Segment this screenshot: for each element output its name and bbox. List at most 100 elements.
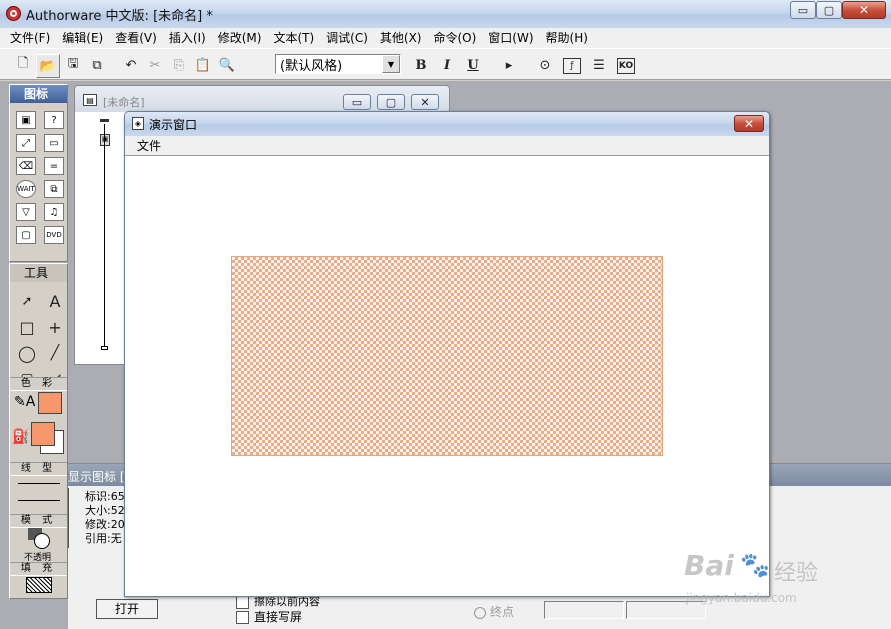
toolbar: 🗋 📂 🖫 ⧉ ↶ ✂ ⎘ 📋 🔍 (默认风格) ▼ B I U ▸ ⊙ ƒ ☰… [0, 48, 891, 80]
menu-item-2[interactable]: 查看(V) [109, 29, 163, 47]
display-icon-on-flowline[interactable]: ▣ [100, 134, 110, 146]
menu-item-7[interactable]: 其他(X) [374, 29, 428, 47]
presentation-title: 演示窗口 [149, 118, 198, 132]
checkbox-direct-row[interactable]: 直接写屏 [236, 608, 302, 625]
presentation-window: ◈ 演示窗口 ✕ 文件 [124, 111, 770, 597]
mode-opaque-icon[interactable] [28, 528, 50, 550]
presentation-menu-item-0[interactable]: 文件 [131, 137, 167, 155]
display-icon[interactable]: ▣ [16, 111, 36, 129]
cut-icon[interactable]: ✂ [144, 54, 166, 76]
functions-icon[interactable]: ƒ [563, 58, 581, 74]
fill-bucket-icon[interactable]: ⛽ [12, 429, 30, 447]
minimize-button[interactable]: ▭ [790, 1, 816, 19]
line-style-thin[interactable] [18, 483, 60, 484]
icon-palette: 图标 ▣ ? ⤢ ▭ ⌫ = WAIT ⧉ ▽ ♫ ▢ DVD [9, 84, 68, 262]
style-select[interactable]: (默认风格) ▼ [275, 54, 401, 74]
menu-item-3[interactable]: 插入(I) [163, 29, 212, 47]
menu-item-0[interactable]: 文件(F) [4, 29, 56, 47]
framework-icon[interactable]: ▢ [16, 226, 36, 244]
radio-end[interactable] [474, 606, 486, 619]
rectangle-tool-icon[interactable]: □ [16, 316, 38, 338]
icon-palette-title: 图标 [24, 87, 49, 101]
design-minimize-button[interactable]: ▭ [343, 94, 371, 110]
movie-icon[interactable]: ⧉ [44, 180, 64, 198]
italic-button[interactable]: I [436, 54, 458, 76]
cross-tool-icon[interactable]: + [44, 316, 66, 338]
property-id: 标识:65 [85, 490, 125, 503]
copy-icon[interactable]: ⎘ [168, 54, 190, 76]
control-panel-icon[interactable]: ⊙ [534, 54, 556, 76]
menu-item-9[interactable]: 窗口(W) [482, 29, 539, 47]
knowledge-object-icon[interactable]: KO [617, 58, 635, 74]
wait-icon[interactable]: WAIT [16, 180, 36, 198]
run-icon[interactable]: ▸ [498, 54, 520, 76]
save-all-icon[interactable]: 🖫 [62, 54, 84, 76]
motion-icon[interactable]: ⤢ [16, 134, 36, 152]
end-x-field[interactable] [544, 601, 624, 619]
maximize-button[interactable]: ▢ [816, 1, 842, 19]
fill-section-label: 填 充 [10, 562, 67, 576]
close-button[interactable]: ✕ [842, 1, 886, 19]
icon-palette-header: 图标 [10, 85, 67, 103]
properties-info: 标识:65 大小:52 修改:20 引用:无 [68, 488, 128, 548]
text-tool-icon[interactable]: A [44, 290, 66, 312]
dvd-icon[interactable]: DVD [44, 226, 64, 244]
new-file-icon[interactable]: 🗋 [12, 54, 34, 76]
sound-icon[interactable]: ♫ [44, 203, 64, 221]
app-title: Authorware 中文版: [未命名] * [26, 9, 213, 24]
app-logo-icon [6, 6, 21, 21]
flowline [104, 124, 105, 346]
open-button[interactable]: 打开 [96, 599, 158, 619]
bold-button[interactable]: B [410, 54, 432, 76]
navigate-icon[interactable]: ▽ [16, 203, 36, 221]
menu-item-6[interactable]: 调试(C) [320, 29, 374, 47]
menu-item-1[interactable]: 编辑(E) [56, 29, 109, 47]
undo-icon[interactable]: ↶ [120, 54, 142, 76]
interaction-icon[interactable]: ▭ [44, 134, 64, 152]
checkered-rectangle[interactable] [231, 256, 663, 456]
presentation-close-button[interactable]: ✕ [734, 115, 764, 132]
menu-item-5[interactable]: 文本(T) [267, 29, 320, 47]
mode-section-label: 模 式 [10, 514, 67, 528]
app-title-bar: Authorware 中文版: [未命名] * ▭ ▢ ✕ [0, 0, 891, 28]
pencil-icon[interactable]: ✎A [14, 394, 35, 414]
open-file-icon[interactable]: 📂 [36, 54, 60, 78]
underline-button[interactable]: U [462, 54, 484, 76]
presentation-window-icon: ◈ [132, 117, 144, 130]
properties-title: 显示图标 [ [68, 470, 125, 484]
radio-end-row[interactable]: 终点 [474, 603, 514, 620]
tools-panel-title: 工具 [24, 266, 49, 280]
design-window-titlebar: ▤ [未命名] ▭ ▢ ✕ [75, 86, 449, 112]
variables-icon[interactable]: ☰ [588, 54, 610, 76]
watermark-brand: Bai [684, 549, 734, 582]
design-window-title: [未命名] [103, 96, 145, 109]
find-icon[interactable]: 🔍 [216, 54, 238, 76]
paste-icon[interactable]: 📋 [192, 54, 214, 76]
decision-icon[interactable]: ? [44, 111, 64, 129]
checkbox-erase[interactable] [236, 595, 249, 609]
fill-pattern-swatch[interactable] [26, 577, 52, 593]
presentation-titlebar: ◈ 演示窗口 ✕ [125, 112, 769, 136]
paw-icon: 🐾 [740, 551, 770, 579]
calculation-icon[interactable]: = [44, 157, 64, 175]
pointer-tool-icon[interactable]: ➚ [16, 290, 38, 312]
design-close-button[interactable]: ✕ [411, 94, 439, 110]
checkbox-direct[interactable] [236, 611, 249, 624]
foreground-color-swatch[interactable] [31, 422, 55, 446]
erase-icon[interactable]: ⌫ [16, 157, 36, 175]
line-tool-icon[interactable]: ╱ [44, 342, 66, 364]
menu-item-10[interactable]: 帮助(H) [540, 29, 594, 47]
ellipse-tool-icon[interactable]: ◯ [16, 342, 38, 364]
menu-item-8[interactable]: 命令(O) [427, 29, 482, 47]
tools-panel: 工具 ➚ A □ + ◯ ╱ ▢ ◿ 色 彩 ✎A ⛽ 线 型 模 式 不透明 … [9, 263, 68, 599]
menu-item-4[interactable]: 修改(M) [212, 29, 268, 47]
design-maximize-button[interactable]: ▢ [377, 94, 405, 110]
import-icon[interactable]: ⧉ [86, 54, 108, 76]
checkbox-direct-label: 直接写屏 [254, 610, 303, 624]
tools-panel-header: 工具 [10, 264, 67, 282]
watermark-brand-2: 经验 [774, 561, 819, 586]
chevron-down-icon[interactable]: ▼ [382, 55, 400, 73]
flowchart-icon: ▤ [83, 94, 97, 106]
line-style-normal[interactable] [18, 500, 60, 501]
line-color-swatch[interactable] [38, 392, 62, 414]
